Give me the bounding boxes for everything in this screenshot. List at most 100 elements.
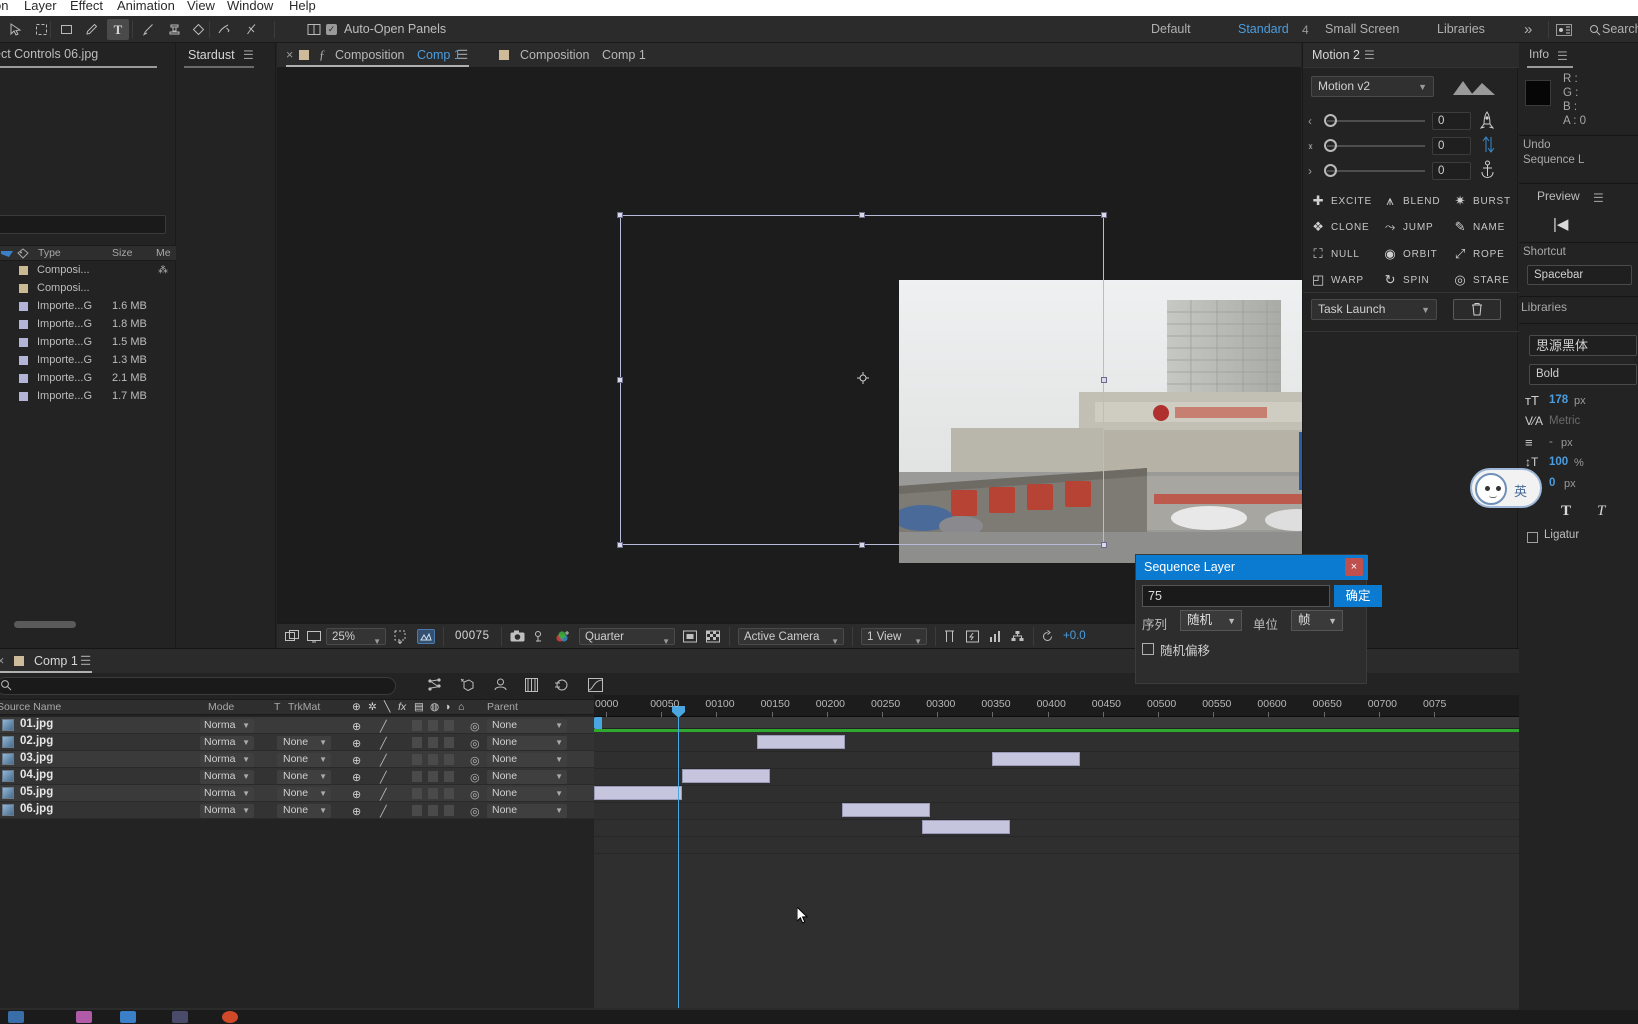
anchor-point-icon[interactable] — [857, 372, 869, 384]
timeline-ruler[interactable]: 0000 00050 00100 00150 00200 00250 00300 00350 0… — [594, 695, 1519, 718]
lock-icon[interactable]: ƒ — [319, 43, 325, 67]
workspace-standard[interactable]: Standard — [1238, 16, 1289, 43]
motion-blur-switch[interactable] — [428, 720, 438, 731]
graph-editor-icon[interactable] — [588, 678, 603, 695]
adjustment-switch[interactable] — [444, 737, 454, 748]
menu-item-layer[interactable]: Layer — [24, 0, 57, 13]
motion-slider-row-1[interactable]: ‹ 0 — [1303, 109, 1519, 133]
text-icon[interactable]: T — [107, 19, 129, 40]
layer-duration-bar[interactable] — [922, 820, 1010, 834]
shape-icon[interactable] — [55, 19, 77, 40]
font-size-value[interactable]: 178 — [1549, 394, 1568, 406]
puppet-pin-icon[interactable] — [240, 19, 262, 40]
col-media[interactable]: Me — [156, 247, 171, 259]
layer-name[interactable]: 06.jpg — [20, 803, 53, 815]
comp-tab-name[interactable]: Comp 1 — [417, 43, 461, 67]
burst-button[interactable]: ✷ BURST — [1453, 191, 1511, 211]
frame-blend-switch[interactable] — [412, 788, 422, 799]
toggle-viewer-icon[interactable] — [307, 629, 321, 644]
guides-icon[interactable] — [943, 629, 956, 644]
font-family-select[interactable]: 思源黑体 — [1529, 335, 1637, 356]
layer-mode[interactable]: Norma ▼ — [200, 753, 254, 767]
resize-handle-bc[interactable] — [859, 542, 865, 548]
workspace-small-screen[interactable]: Small Screen — [1325, 16, 1399, 43]
sequence-layer-dialog[interactable]: Sequence Layer × 75 确定 序列 随机 ▼ 单位 帧 ▼ 随机… — [1135, 554, 1382, 684]
comp-tab-menu-icon[interactable]: ☰ — [457, 43, 468, 67]
frame-blend-switch[interactable] — [412, 771, 422, 782]
menu-item-help[interactable]: Help — [289, 0, 316, 13]
frame-blend-switch[interactable] — [412, 805, 422, 816]
layer-mode[interactable]: Norma ▼ — [200, 719, 254, 733]
effects-icon[interactable]: fx — [398, 701, 406, 713]
motion-blur-switch[interactable] — [428, 754, 438, 765]
motion2-tab[interactable]: Motion 2 — [1312, 44, 1360, 66]
layer-name[interactable]: 03.jpg — [20, 752, 53, 764]
motion-blur-switch[interactable] — [428, 805, 438, 816]
always-preview-icon[interactable] — [285, 629, 299, 644]
transparency-grid-icon[interactable] — [417, 629, 435, 644]
project-scrollbar[interactable] — [0, 618, 176, 630]
parent-pick-whip-icon[interactable]: ◎ — [470, 788, 480, 801]
timeline-icon[interactable] — [989, 629, 1002, 644]
timeline-graph-area[interactable] — [594, 717, 1519, 1024]
project-item[interactable]: Importe...G 1.8 MB — [0, 316, 176, 334]
quality-icon[interactable]: ╱ — [380, 754, 387, 767]
workspace-menu-icon[interactable]: 4 — [1302, 23, 1309, 37]
info-tab[interactable]: Info — [1529, 47, 1549, 61]
comp-tab2-prefix[interactable]: Composition — [520, 43, 589, 67]
null-button[interactable]: ⛶ NULL — [1311, 244, 1360, 264]
layer-trkmat[interactable]: None ▼ — [277, 753, 331, 767]
spin-button[interactable]: ↻ SPIN — [1383, 270, 1430, 290]
exposure-value[interactable]: +0.0 — [1063, 624, 1086, 649]
sequence-duration-input[interactable]: 75 — [1142, 585, 1330, 607]
motion-slider-row-3[interactable]: › 0 — [1303, 159, 1519, 183]
region-of-interest-icon[interactable] — [30, 19, 52, 40]
slider3-arrow-icon[interactable]: › — [1308, 164, 1312, 178]
col-type[interactable]: Type — [38, 247, 61, 259]
collapse-icon[interactable]: ✲ — [368, 701, 377, 713]
baseline-shift-value[interactable]: 0 — [1549, 477, 1555, 489]
project-item[interactable]: Composi... — [0, 280, 176, 298]
taskbar-item-3[interactable] — [120, 1011, 136, 1023]
frame-blending-icon[interactable] — [525, 678, 538, 695]
resize-handle-br[interactable] — [1101, 542, 1107, 548]
libraries-tab[interactable]: Libraries — [1521, 300, 1567, 314]
motion2-menu-icon[interactable]: ☰ — [1364, 48, 1375, 62]
layer-parent[interactable]: None ▼ — [487, 719, 567, 733]
first-frame-icon[interactable]: |◀ — [1553, 215, 1568, 233]
info-menu-icon[interactable]: ☰ — [1557, 49, 1568, 63]
show-snapshot-icon[interactable] — [533, 629, 546, 644]
quality-icon[interactable]: ╱ — [380, 771, 387, 784]
quality-icon[interactable]: ╱ — [380, 788, 387, 801]
layer-trkmat[interactable]: None ▼ — [277, 787, 331, 801]
slider1-knob[interactable] — [1324, 114, 1337, 127]
slider2-arrow-icon[interactable]: ›‹ — [1308, 139, 1313, 153]
vertical-scale-value[interactable]: 100 — [1549, 456, 1568, 468]
layer-duration-bar[interactable] — [992, 752, 1080, 766]
adjustment-switch[interactable] — [444, 788, 454, 799]
taskbar-item-4[interactable] — [172, 1011, 188, 1023]
excite-button[interactable]: ✚ EXCITE — [1311, 191, 1372, 211]
resolution-select[interactable]: Quarter ▼ — [579, 628, 675, 646]
adjustment-switch[interactable] — [444, 771, 454, 782]
zoom-level-select[interactable]: 25% ▼ — [326, 628, 386, 646]
quality-icon[interactable]: ╲ — [384, 701, 390, 713]
sequence-mode-select[interactable]: 随机 ▼ — [1180, 610, 1242, 631]
orbit-button[interactable]: ◉ ORBIT — [1383, 244, 1438, 264]
frame-blend-switch[interactable] — [412, 754, 422, 765]
font-style-select[interactable]: Bold — [1529, 364, 1637, 385]
resize-handle-tc[interactable] — [859, 212, 865, 218]
parent-pick-whip-icon[interactable]: ◎ — [470, 737, 480, 750]
trash-icon[interactable] — [1453, 299, 1501, 320]
col-size[interactable]: Size — [112, 247, 132, 259]
jump-button[interactable]: ⤳ JUMP — [1383, 217, 1433, 237]
flowchart-icon[interactable] — [1011, 629, 1024, 644]
menu-item-effect[interactable]: Effect — [70, 0, 103, 13]
shy-icon[interactable]: ⊕ — [352, 805, 361, 818]
taskbar-item-2[interactable] — [76, 1011, 92, 1023]
adjustment-icon[interactable]: ◑ — [444, 701, 450, 713]
project-item[interactable]: Importe...G 1.6 MB — [0, 298, 176, 316]
alpha-grid-icon[interactable] — [706, 629, 720, 644]
exposure-reset-icon[interactable] — [1041, 629, 1054, 644]
effect-controls-tab[interactable]: ect Controls 06.jpg — [0, 47, 98, 61]
